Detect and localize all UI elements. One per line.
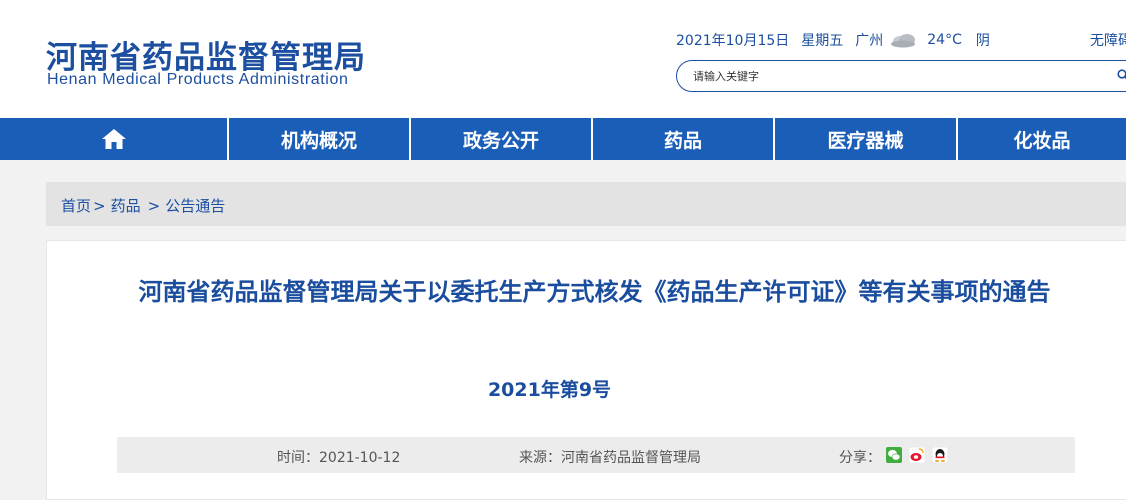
weather-condition: 阴 [975,33,990,49]
accessibility-link[interactable]: 无障碍 [1090,30,1126,50]
search-icon[interactable] [1117,69,1126,81]
current-date: 2021年10月15日 [676,33,790,49]
breadcrumb-separator: > [147,197,161,215]
nav-home[interactable] [0,118,229,160]
wechat-icon[interactable] [886,447,902,463]
article-title: 河南省药品监督管理局关于以委托生产方式核发《药品生产许可证》等有关事项的通告 [138,278,1051,306]
weather-city: 广州 [855,33,884,49]
date-weather-bar: 2021年10月15日 星期五 广州 24°C 阴 [676,30,1002,50]
nav-drugs[interactable]: 药品 [593,118,775,160]
search-box [676,60,1126,92]
nav-institution[interactable]: 机构概况 [229,118,411,160]
publish-time: 时间：2021-10-12 [277,450,401,466]
article-source: 来源：河南省药品监督管理局 [519,450,701,466]
main-nav: 机构概况 政务公开 药品 医疗器械 化妆品 [0,118,1126,160]
qq-icon[interactable] [932,447,948,463]
breadcrumb-home[interactable]: 首页 [61,197,91,215]
home-icon [101,129,126,149]
nav-government-affairs[interactable]: 政务公开 [411,118,593,160]
current-weekday: 星期五 [801,33,844,49]
nav-medical-devices[interactable]: 医疗器械 [775,118,958,160]
breadcrumb: 首页 > 药品 > 公告通告 [46,182,1126,226]
search-input[interactable] [693,67,1093,85]
article-panel: 河南省药品监督管理局关于以委托生产方式核发《药品生产许可证》等有关事项的通告 2… [46,240,1126,500]
breadcrumb-notices[interactable]: 公告通告 [165,197,225,215]
nav-cosmetics[interactable]: 化妆品 [958,118,1126,160]
article-meta-bar: 时间：2021-10-12 来源：河南省药品监督管理局 分享： [117,437,1075,473]
breadcrumb-drugs[interactable]: 药品 [111,197,141,215]
document-number: 2021年第9号 [487,379,612,401]
weibo-icon[interactable] [909,447,925,463]
weather-temperature: 24°C [927,32,962,48]
share-label: 分享： [839,450,881,466]
site-header: 河南省药品监督管理局 Henan Medical Products Admini… [0,0,1126,118]
site-logo-en[interactable]: Henan Medical Products Administration [47,71,348,89]
breadcrumb-separator: > [93,197,106,215]
cloudy-icon [891,34,916,48]
